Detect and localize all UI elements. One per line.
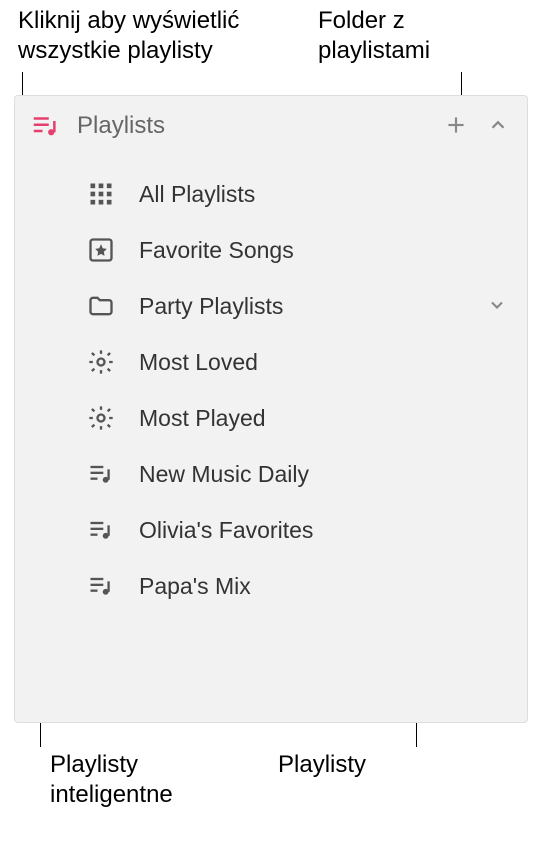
sidebar-item-favorite-songs[interactable]: Favorite Songs (15, 222, 527, 278)
sidebar-item-label: All Playlists (139, 181, 255, 208)
playlist-icon (85, 570, 117, 602)
playlists-list: All Playlists Favorite Songs Party Playl… (15, 156, 527, 614)
folder-icon (85, 290, 117, 322)
chevron-down-icon[interactable] (487, 295, 509, 317)
sidebar-item-papas-mix[interactable]: Papa's Mix (15, 558, 527, 614)
playlists-header-label: Playlists (77, 112, 427, 140)
star-box-icon (85, 234, 117, 266)
sidebar-item-label: Papa's Mix (139, 573, 251, 600)
collapse-button[interactable] (487, 114, 511, 138)
gear-icon (85, 402, 117, 434)
sidebar-item-label: Most Played (139, 405, 266, 432)
playlist-icon (85, 514, 117, 546)
sidebar-item-olivias-favorites[interactable]: Olivia's Favorites (15, 502, 527, 558)
sidebar-item-new-music-daily[interactable]: New Music Daily (15, 446, 527, 502)
sidebar-item-most-loved[interactable]: Most Loved (15, 334, 527, 390)
sidebar-item-label: Party Playlists (139, 293, 283, 320)
sidebar-item-all-playlists[interactable]: All Playlists (15, 166, 527, 222)
playlists-header-row[interactable]: Playlists (15, 96, 527, 156)
sidebar-item-label: New Music Daily (139, 461, 309, 488)
callout-smart-playlists: Playlisty inteligentne (50, 750, 250, 810)
playlists-sidebar: Playlists All Playlists (14, 95, 528, 723)
sidebar-item-most-played[interactable]: Most Played (15, 390, 527, 446)
grid-icon (85, 178, 117, 210)
callout-playlists: Playlisty (278, 750, 398, 780)
playlist-icon (85, 458, 117, 490)
gear-icon (85, 346, 117, 378)
sidebar-item-label: Most Loved (139, 349, 258, 376)
sidebar-item-label: Favorite Songs (139, 237, 294, 264)
callout-folder: Folder z playlistami (318, 6, 518, 66)
playlist-icon (29, 110, 61, 142)
sidebar-item-label: Olivia's Favorites (139, 517, 313, 544)
callout-all-playlists: Kliknij aby wyświetlić wszystkie playlis… (18, 6, 278, 66)
sidebar-item-party-playlists[interactable]: Party Playlists (15, 278, 527, 334)
add-playlist-button[interactable] (443, 112, 471, 140)
